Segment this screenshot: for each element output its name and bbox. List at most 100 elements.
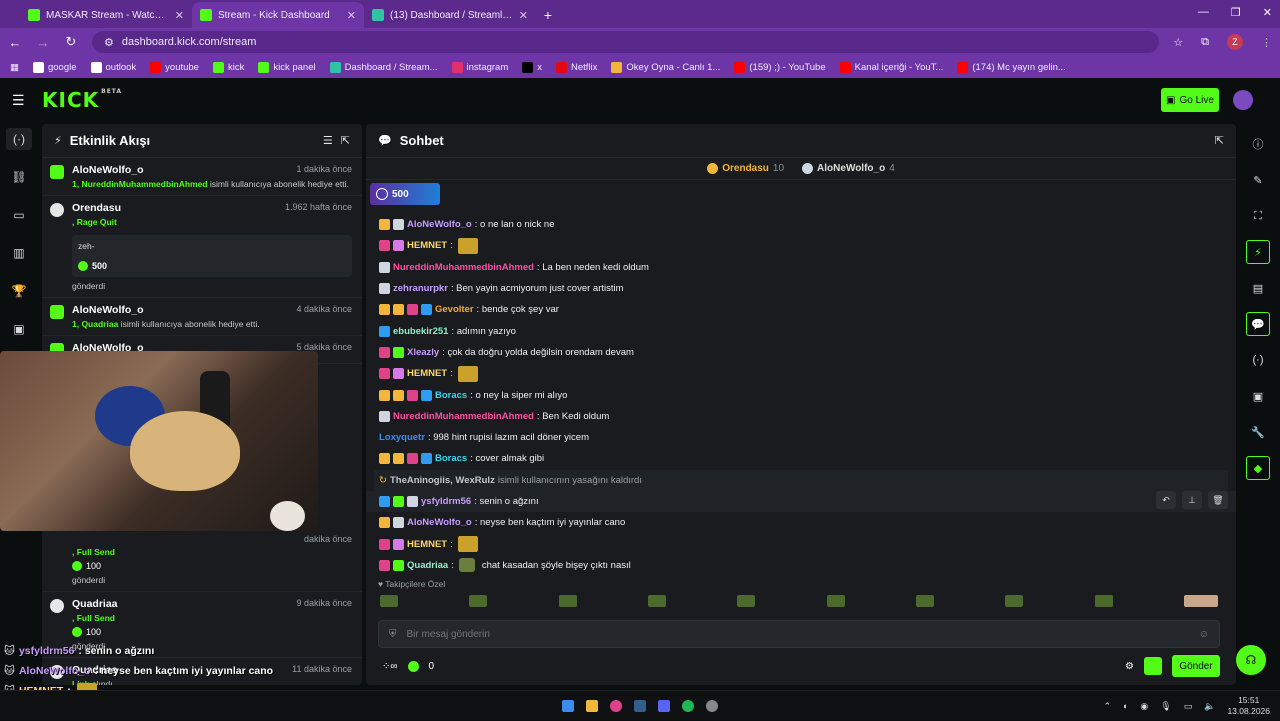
browser-tab[interactable]: Stream - Kick Dashboard ✕	[192, 2, 364, 28]
new-tab-button[interactable]: +	[536, 2, 560, 28]
user-badge-icon[interactable]	[393, 453, 404, 465]
chat-username[interactable]: Quadriaa	[407, 560, 448, 571]
chat-username[interactable]: Gevolter	[435, 304, 474, 315]
user-badge-icon[interactable]	[379, 496, 390, 507]
apps-grid-icon[interactable]: ▦	[10, 62, 19, 73]
user-badge-icon[interactable]	[379, 368, 390, 380]
discord-icon[interactable]	[658, 699, 670, 712]
activity-user[interactable]: Quadriaa	[72, 598, 118, 610]
kick-shortcut-icon[interactable]: ◆	[1246, 456, 1270, 480]
user-badge-icon[interactable]	[407, 389, 418, 401]
emote-icon[interactable]	[458, 558, 475, 573]
chat-panel-icon[interactable]: 💬	[1246, 312, 1270, 336]
emote-icon[interactable]	[1183, 595, 1218, 607]
app-icon[interactable]	[706, 699, 718, 712]
user-badge-icon[interactable]	[393, 346, 404, 358]
chat-username[interactable]: HEMNET	[407, 240, 447, 251]
leaderboard-entry[interactable]: AloNeWolfo_o 4	[802, 163, 895, 174]
user-badge-icon[interactable]	[393, 538, 404, 550]
chat-message[interactable]: Boracs: o ney la siper mi alıyo	[366, 384, 1236, 405]
chat-username[interactable]: Loxyquetr	[379, 432, 425, 443]
chat-username[interactable]: zehranurpkr	[393, 283, 448, 294]
emote-icon[interactable]	[380, 595, 398, 607]
wrench-icon[interactable]: 🔧	[1246, 420, 1270, 444]
video-nav-icon[interactable]: ▭	[6, 204, 32, 226]
user-badge-icon[interactable]	[393, 517, 404, 529]
chat-username[interactable]: Boracs	[435, 390, 467, 401]
activity-user[interactable]: Orendasu	[72, 202, 121, 214]
chevron-up-icon[interactable]: ⌃	[1103, 701, 1111, 712]
chat-message[interactable]: NureddinMuhammedbinAhmed: Ben Kedi oldum	[366, 406, 1236, 427]
bookmark-item[interactable]: Dashboard / Stream...	[329, 61, 438, 73]
user-badge-icon[interactable]	[379, 325, 390, 337]
bookmark-item[interactable]: youtube	[150, 61, 199, 73]
chat-message[interactable]: ebubekir251: adımın yazıyo	[366, 320, 1236, 341]
kick-logo[interactable]: KICK BETA	[42, 88, 122, 112]
chat-message[interactable]: Quadriaa: chat kasadan şöyle bişey çıktı …	[366, 555, 1236, 576]
user-badge-icon[interactable]	[393, 559, 404, 571]
clock[interactable]: 15:51 13.08.2026	[1227, 695, 1270, 717]
url-field[interactable]: ⚙ dashboard.kick.com/stream	[92, 31, 1160, 53]
settings-gear-icon[interactable]: ⚙	[1125, 655, 1134, 677]
emote-icon[interactable]	[737, 595, 756, 607]
emote-icon[interactable]	[1005, 595, 1024, 607]
user-badge-icon[interactable]	[421, 389, 432, 401]
menu-kebab-icon[interactable]: ⋮	[1261, 36, 1272, 49]
bookmark-item[interactable]: (159) ;) - YouTube	[734, 61, 826, 73]
chrome-icon[interactable]	[610, 699, 622, 712]
media-nav-icon[interactable]: ▣	[6, 318, 32, 340]
document-icon[interactable]: ▤	[1246, 276, 1270, 300]
broadcast-icon[interactable]: (·)	[1246, 348, 1270, 372]
bookmark-item[interactable]: instagram	[451, 61, 508, 73]
maximize-icon[interactable]: ❐	[1231, 6, 1241, 19]
trophy-nav-icon[interactable]: 🏆	[6, 280, 32, 302]
emote-icon[interactable]	[915, 595, 934, 607]
tray-app-icon[interactable]: ◉	[1140, 701, 1148, 712]
activity-item[interactable]: AloNeWolfo_o 1 dakika önce 1, NureddinMuha…	[42, 158, 362, 196]
activity-user[interactable]: AloNeWolfo_o	[72, 164, 144, 176]
profile-avatar[interactable]: Z	[1227, 34, 1243, 50]
activity-item[interactable]: Orendasu 1.962 hafta önce , Rage Quit zeh- 5…	[42, 196, 362, 298]
user-badge-icon[interactable]	[379, 283, 390, 295]
minimize-icon[interactable]: —	[1198, 6, 1209, 19]
emote-icon[interactable]	[826, 595, 845, 607]
chat-username[interactable]: NureddinMuhammedbinAhmed	[393, 262, 534, 273]
pin-icon[interactable]: ⊥	[1182, 491, 1202, 509]
chat-message[interactable]: Gevolter: bende çok şey var	[366, 299, 1236, 320]
user-badge-icon[interactable]	[379, 538, 390, 550]
site-info-icon[interactable]: ⚙	[104, 36, 114, 49]
emote-icon[interactable]	[457, 365, 478, 382]
browser-tab[interactable]: MASKAR Stream - Watch Live o ✕	[20, 2, 192, 28]
windows-start-icon[interactable]	[562, 699, 574, 712]
file-explorer-icon[interactable]	[586, 699, 598, 712]
user-badge-icon[interactable]	[379, 240, 390, 252]
shield-icon[interactable]: ⛨	[389, 629, 397, 640]
chat-username[interactable]: ysfyldrm56	[421, 496, 471, 507]
leaderboard-entry[interactable]: Orendasu 10	[707, 163, 784, 174]
bookmark-item[interactable]: (174) Mc yayın gelin...	[957, 61, 1066, 73]
edit-icon[interactable]: ✎	[1246, 168, 1270, 192]
chat-message[interactable]: ysfyldrm56: senin o ağzını	[366, 490, 1236, 513]
emote-icon[interactable]	[469, 595, 488, 607]
volume-icon[interactable]: 🔈	[1204, 701, 1215, 712]
extensions-icon[interactable]: ⧉	[1201, 36, 1209, 49]
chat-message[interactable]: Boracs: cover almak gibi	[366, 448, 1236, 469]
chat-message-input[interactable]	[406, 628, 1189, 640]
close-icon[interactable]: ✕	[1263, 6, 1272, 19]
chat-popout-icon[interactable]: ⇱	[1215, 134, 1224, 147]
forward-icon[interactable]: →	[36, 35, 50, 50]
chat-username[interactable]: AloNeWolfo_o	[407, 219, 472, 230]
emote-icon[interactable]	[457, 237, 478, 254]
link-nav-icon[interactable]: ⛓	[6, 166, 32, 188]
bookmark-item[interactable]: kick	[212, 61, 244, 73]
user-badge-icon[interactable]	[379, 219, 390, 231]
chat-message[interactable]: Loxyquetr: 998 hint rupisi lazım acil dö…	[366, 427, 1236, 448]
user-badge-icon[interactable]	[393, 240, 404, 252]
user-badge-icon[interactable]	[379, 346, 390, 358]
user-badge-icon[interactable]	[379, 261, 390, 273]
chat-username[interactable]: HEMNET	[407, 368, 447, 379]
reply-icon[interactable]: ↶	[1156, 491, 1176, 509]
stream-nav-icon[interactable]: (·)	[6, 128, 32, 150]
info-icon[interactable]: ⓘ	[1246, 132, 1270, 156]
user-badge-icon[interactable]	[379, 389, 390, 401]
